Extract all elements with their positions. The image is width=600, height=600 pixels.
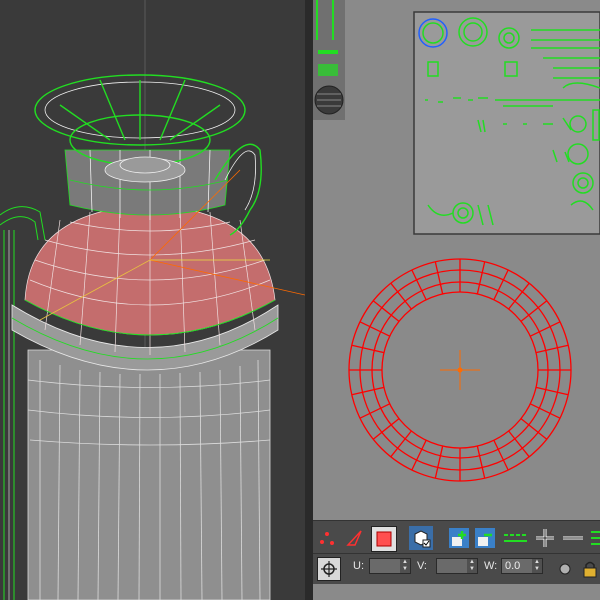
- w-label: W:: [484, 560, 498, 572]
- v-field[interactable]: ▲ ▼: [436, 558, 478, 574]
- u-spinner[interactable]: ▲ ▼: [400, 559, 410, 573]
- snap-icon[interactable]: [317, 557, 341, 581]
- uv-toolbar-top: [313, 520, 600, 554]
- uv-canvas[interactable]: [313, 0, 600, 520]
- w-spinner[interactable]: ▲ ▼: [532, 559, 542, 573]
- w-field[interactable]: 0.0 ▲ ▼: [501, 558, 543, 574]
- v-spinner[interactable]: ▲ ▼: [467, 559, 477, 573]
- edge-select-icon[interactable]: [343, 526, 367, 550]
- add-icon[interactable]: [447, 526, 471, 550]
- uv-tile: [413, 11, 600, 235]
- wireframe-model-view[interactable]: [0, 0, 305, 600]
- face-select-icon[interactable]: [371, 526, 397, 552]
- cross-icon[interactable]: [533, 526, 557, 550]
- vertex-select-icon[interactable]: [315, 526, 339, 550]
- ring-icon[interactable]: [503, 526, 527, 550]
- uv-coordinate-bar: U: ▲ ▼ V: ▲ ▼ W: 0.0 ▲ ▼: [313, 553, 600, 584]
- uv-editor-panel[interactable]: U: ▲ ▼ V: ▲ ▼ W: 0.0 ▲ ▼: [313, 0, 600, 600]
- element-select-icon[interactable]: [409, 526, 433, 550]
- loop-icon[interactable]: [561, 526, 585, 550]
- lock-icon[interactable]: [581, 557, 599, 581]
- u-field[interactable]: ▲ ▼: [369, 558, 411, 574]
- perspective-viewport[interactable]: [0, 0, 305, 600]
- bars-icon[interactable]: [585, 526, 600, 550]
- u-label: U:: [353, 560, 364, 572]
- w-value: 0.0: [505, 560, 521, 572]
- v-label: V:: [417, 560, 427, 572]
- cylinder-body: [27, 349, 271, 600]
- remove-icon[interactable]: [473, 526, 497, 550]
- options-icon[interactable]: [553, 557, 577, 581]
